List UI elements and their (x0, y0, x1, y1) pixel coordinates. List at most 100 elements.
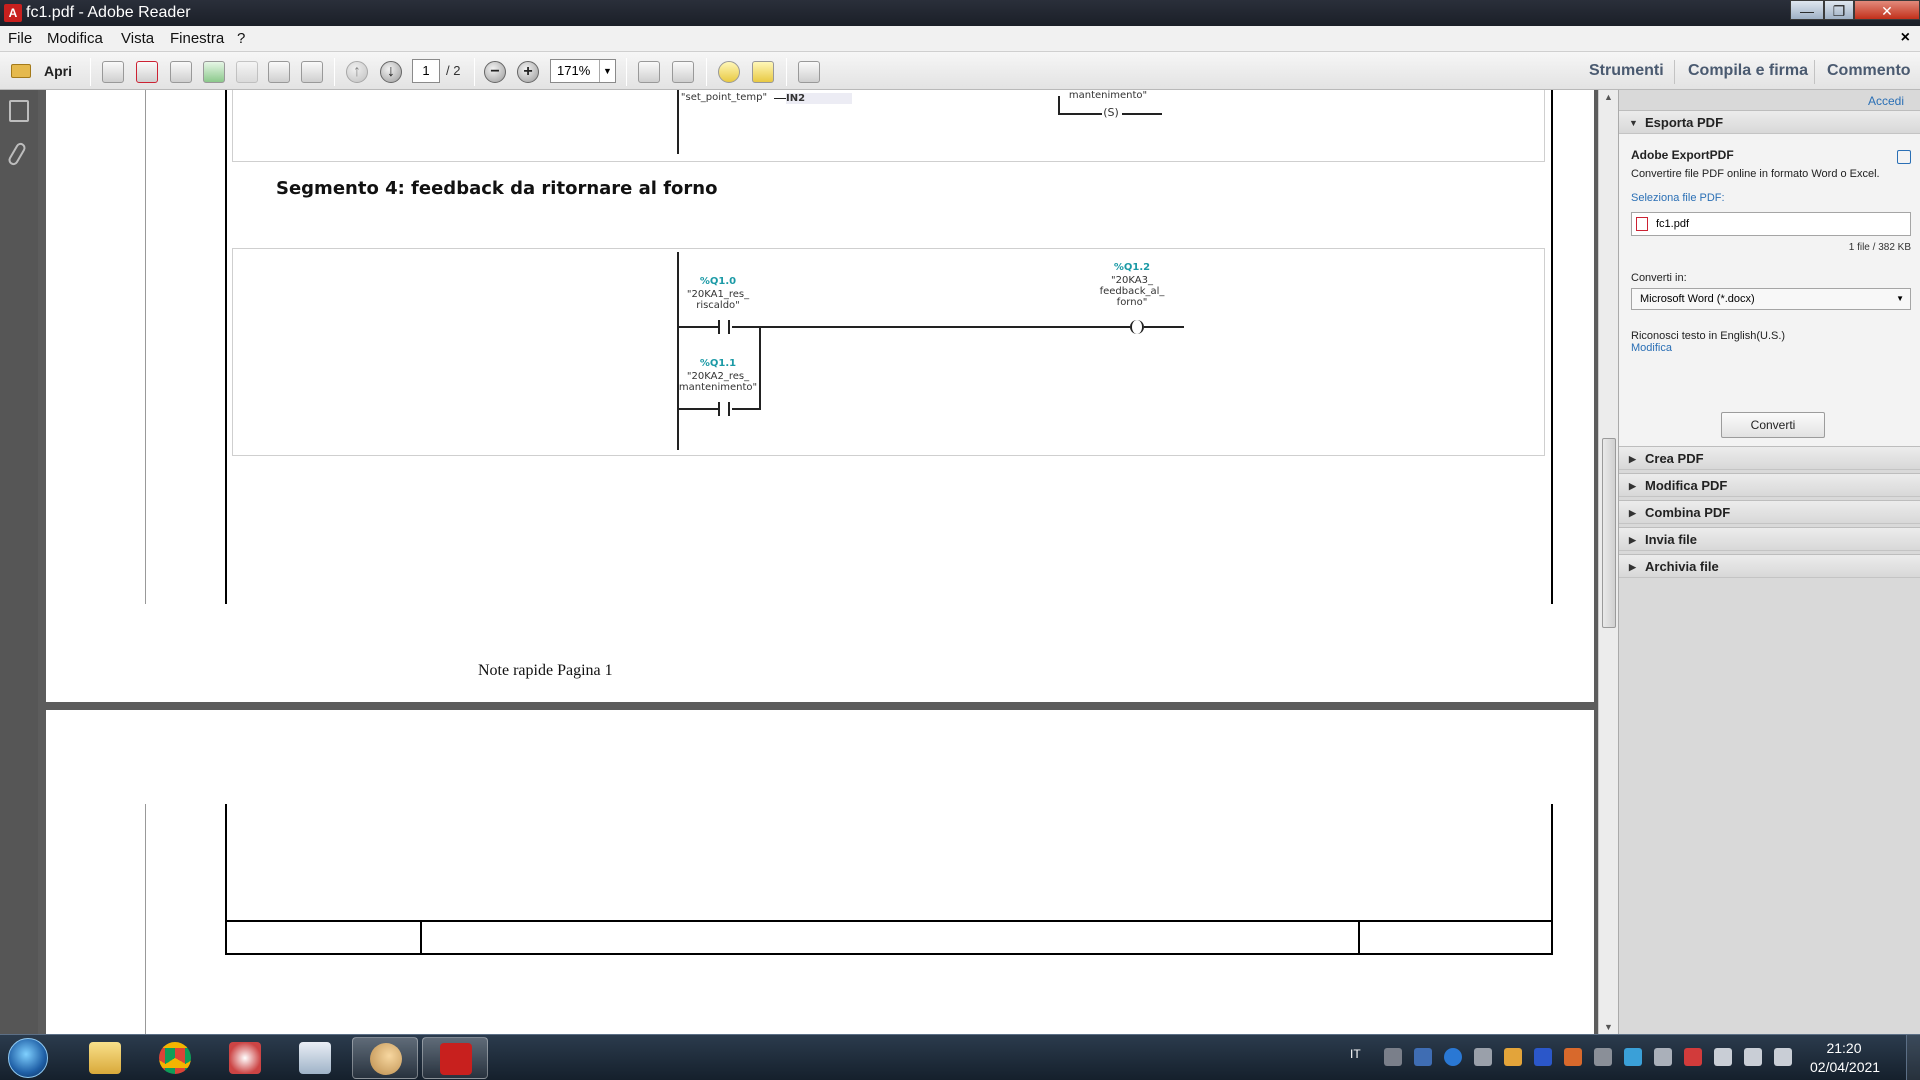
pdf-page-2 (46, 710, 1594, 1034)
selected-file-field[interactable]: fc1.pdf (1631, 212, 1911, 236)
upload-icon[interactable] (203, 61, 225, 83)
select-file-label[interactable]: Seleziona file PDF: (1631, 192, 1725, 204)
pages-icon[interactable] (9, 100, 29, 122)
taskbar-paint[interactable] (352, 1037, 418, 1079)
action-center-icon[interactable] (1684, 1048, 1702, 1066)
contact1-name-line1: "20KA1_res_ (686, 289, 750, 300)
tray-app-icon[interactable] (1474, 1048, 1492, 1066)
tray-app-icon[interactable] (1384, 1048, 1402, 1066)
comment-icon[interactable] (718, 61, 740, 83)
combine-pdf-label: Combina PDF (1645, 505, 1731, 520)
send-file-label: Invia file (1645, 532, 1698, 547)
taskbar-adobe-reader[interactable] (422, 1037, 488, 1079)
tools-tab[interactable]: Strumenti (1589, 62, 1664, 80)
taskbar-calculator[interactable] (282, 1037, 348, 1079)
save-icon[interactable] (236, 61, 258, 83)
export-pdf-header[interactable]: ▼ Esporta PDF (1619, 110, 1920, 134)
contact2-symbol (718, 402, 730, 416)
open-button[interactable]: Apri (8, 60, 78, 84)
set-point-label: "set_point_temp" (680, 92, 768, 103)
scroll-up-icon[interactable]: ▲ (1604, 92, 1613, 102)
contact1-address: %Q1.0 (699, 276, 737, 287)
tray-app-icon[interactable] (1594, 1048, 1612, 1066)
navigation-pane (0, 90, 38, 1034)
close-document-button[interactable]: × (1901, 29, 1910, 47)
convert-button[interactable]: Converti (1721, 412, 1825, 438)
page-border (145, 804, 146, 1034)
toolbar-separator (1674, 60, 1675, 84)
signin-link[interactable]: Accedi (1868, 94, 1904, 108)
tools-panel: Accedi ▼ Esporta PDF Adobe ExportPDF Con… (1618, 90, 1920, 1034)
create-pdf-section[interactable]: ▶ Crea PDF (1619, 446, 1920, 470)
previous-page-icon[interactable]: ↑ (346, 61, 368, 83)
title-block-divider (420, 920, 422, 954)
menu-bar: File Modifica Vista Finestra ? × (0, 26, 1920, 52)
show-desktop-button[interactable] (1906, 1035, 1920, 1080)
tray-app-icon[interactable] (1504, 1048, 1522, 1066)
email-icon[interactable] (301, 61, 323, 83)
zoom-out-icon[interactable]: − (484, 61, 506, 83)
tray-app-icon[interactable] (1624, 1048, 1642, 1066)
document-viewer[interactable]: "set_point_temp" IN2 mantenimento" (S) S… (38, 90, 1598, 1034)
footer-note: Note rapide Pagina 1 (478, 662, 613, 679)
adobe-reader-icon: A (4, 4, 22, 22)
menu-vista[interactable]: Vista (121, 30, 154, 47)
store-file-section[interactable]: ▶ Archivia file (1619, 554, 1920, 578)
ocr-change-link[interactable]: Modifica (1631, 342, 1672, 354)
network-3-box (232, 90, 1545, 162)
scroll-thumb[interactable] (1602, 438, 1616, 628)
highlight-icon[interactable] (752, 61, 774, 83)
edit-pdf-icon[interactable] (170, 61, 192, 83)
minimize-button[interactable]: — (1790, 0, 1824, 20)
coil-name-line3: forno" (1116, 297, 1148, 308)
maximize-button[interactable]: ❐ (1824, 0, 1854, 20)
convert-format-value: Microsoft Word (*.docx) (1640, 293, 1755, 305)
taskbar-chrome[interactable] (142, 1037, 208, 1079)
send-file-section[interactable]: ▶ Invia file (1619, 527, 1920, 551)
menu-file[interactable]: File (8, 30, 32, 47)
menu-help[interactable]: ? (237, 30, 245, 47)
coil-name-line2: feedback_al_ (1099, 286, 1165, 297)
network-4-box (232, 248, 1545, 456)
zoom-select[interactable]: 171% ▼ (550, 59, 616, 83)
scroll-down-icon[interactable]: ▼ (1604, 1022, 1613, 1032)
chevron-right-icon: ▶ (1629, 481, 1636, 491)
convert-format-select[interactable]: Microsoft Word (*.docx) ▼ (1631, 288, 1911, 310)
fullscreen-icon[interactable] (798, 61, 820, 83)
tray-app-icon[interactable] (1654, 1048, 1672, 1066)
comment-tab[interactable]: Commento (1827, 62, 1911, 80)
attachment-icon[interactable] (6, 141, 28, 167)
fill-sign-tab[interactable]: Compila e firma (1688, 62, 1808, 80)
fit-width-icon[interactable] (672, 61, 694, 83)
acrobat-pdf-icon[interactable] (136, 61, 158, 83)
vertical-scrollbar[interactable]: ▲ ▼ (1598, 90, 1618, 1034)
clock-time: 21:20 (1826, 1040, 1862, 1056)
next-page-icon[interactable]: ↓ (380, 61, 402, 83)
battery-icon[interactable] (1714, 1048, 1732, 1066)
bluetooth-icon[interactable] (1444, 1048, 1462, 1066)
combine-pdf-section[interactable]: ▶ Combina PDF (1619, 500, 1920, 524)
language-indicator[interactable]: IT (1350, 1047, 1361, 1061)
fit-page-icon[interactable] (638, 61, 660, 83)
edit-pdf-section[interactable]: ▶ Modifica PDF (1619, 473, 1920, 497)
volume-icon[interactable] (1774, 1048, 1792, 1066)
shield-icon[interactable] (1414, 1048, 1432, 1066)
close-button[interactable]: ✕ (1854, 0, 1920, 20)
taskbar-snipping[interactable] (212, 1037, 278, 1079)
clock[interactable]: 21:20 02/04/2021 (1810, 1039, 1880, 1077)
taskbar-explorer[interactable] (72, 1037, 138, 1079)
contact2-name-line2: mantenimento" (678, 382, 758, 393)
tray-app-icon[interactable] (1564, 1048, 1582, 1066)
print-icon[interactable] (268, 61, 290, 83)
page-number-input[interactable]: 1 (412, 59, 440, 83)
network-icon[interactable] (1744, 1048, 1762, 1066)
create-pdf-icon[interactable] (102, 61, 124, 83)
tray-app-icon[interactable] (1534, 1048, 1552, 1066)
create-pdf-label: Crea PDF (1645, 451, 1704, 466)
start-button[interactable] (8, 1038, 48, 1078)
chevron-right-icon: ▶ (1629, 454, 1636, 464)
zoom-in-icon[interactable]: + (517, 61, 539, 83)
menu-finestra[interactable]: Finestra (170, 30, 224, 47)
copy-icon[interactable] (1897, 150, 1911, 164)
menu-modifica[interactable]: Modifica (47, 30, 103, 47)
